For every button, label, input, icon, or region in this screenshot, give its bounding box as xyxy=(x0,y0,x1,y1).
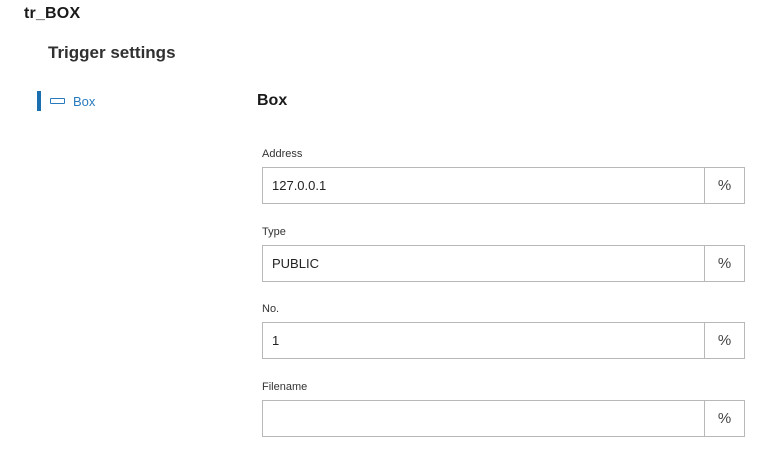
panel-title: Box xyxy=(257,92,288,109)
sidebar-nav: Box xyxy=(37,91,95,111)
address-label: Address xyxy=(262,148,303,160)
number-input[interactable] xyxy=(263,323,704,358)
filename-input[interactable] xyxy=(263,401,704,436)
type-label: Type xyxy=(262,226,286,238)
box-icon xyxy=(50,98,65,104)
filename-variable-button[interactable]: % xyxy=(704,401,744,436)
sidebar-item-label: Box xyxy=(73,93,96,109)
address-row: % xyxy=(262,167,745,204)
address-variable-button[interactable]: % xyxy=(704,168,744,203)
section-title: Trigger settings xyxy=(48,43,176,62)
selected-indicator xyxy=(37,91,41,111)
address-field-group: Address % xyxy=(262,147,745,204)
number-label: No. xyxy=(262,303,280,315)
filename-label: Filename xyxy=(262,381,308,393)
filename-field-group: Filename % xyxy=(262,380,745,437)
number-row: % xyxy=(262,322,745,359)
type-variable-button[interactable]: % xyxy=(704,246,744,281)
type-field-group: Type % xyxy=(262,225,745,282)
app-title: tr_BOX xyxy=(24,5,81,22)
number-variable-button[interactable]: % xyxy=(704,323,744,358)
type-input[interactable] xyxy=(263,246,704,281)
type-row: % xyxy=(262,245,745,282)
filename-row: % xyxy=(262,400,745,437)
sidebar-item-box[interactable]: Box xyxy=(37,91,95,111)
address-input[interactable] xyxy=(263,168,704,203)
number-field-group: No. % xyxy=(262,302,745,359)
